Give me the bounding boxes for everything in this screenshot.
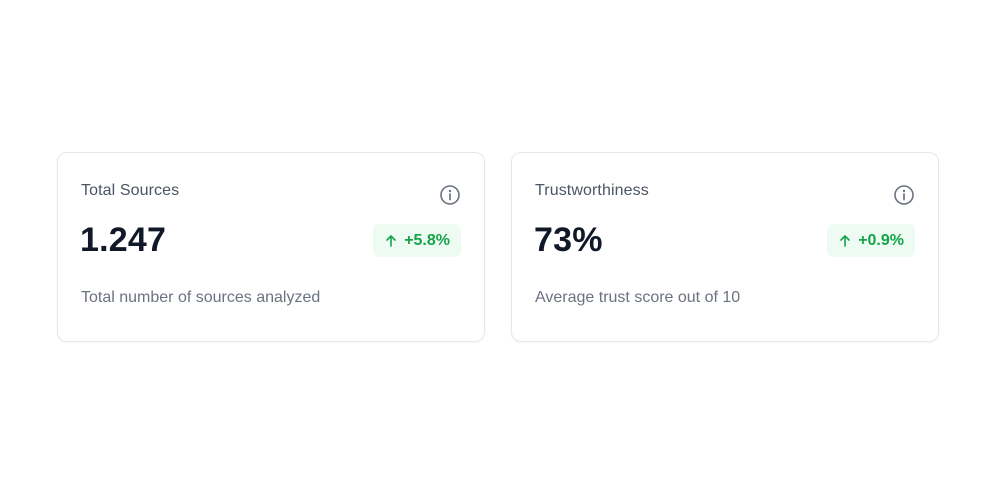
trend-badge: +5.8%: [373, 224, 461, 257]
metric-value: 1.247: [80, 221, 167, 259]
stats-page: Total Sources 1.247 +5.8% Total number o…: [0, 0, 1000, 500]
arrow-up-icon: [839, 234, 851, 247]
stat-card-trustworthiness: Trustworthiness 73% +0.9% Average trust …: [511, 152, 939, 342]
card-title: Total Sources: [81, 182, 180, 199]
trend-badge: +0.9%: [827, 224, 915, 257]
card-title: Trustworthiness: [535, 182, 649, 199]
info-icon[interactable]: [893, 184, 915, 206]
card-description: Total number of sources analyzed: [81, 289, 321, 306]
metric-value: 73%: [534, 221, 603, 259]
info-icon[interactable]: [439, 184, 461, 206]
stat-card-total-sources: Total Sources 1.247 +5.8% Total number o…: [57, 152, 485, 342]
arrow-up-icon: [385, 234, 397, 247]
trend-label: +5.8%: [404, 231, 450, 249]
card-description: Average trust score out of 10: [535, 289, 741, 306]
trend-label: +0.9%: [858, 231, 904, 249]
